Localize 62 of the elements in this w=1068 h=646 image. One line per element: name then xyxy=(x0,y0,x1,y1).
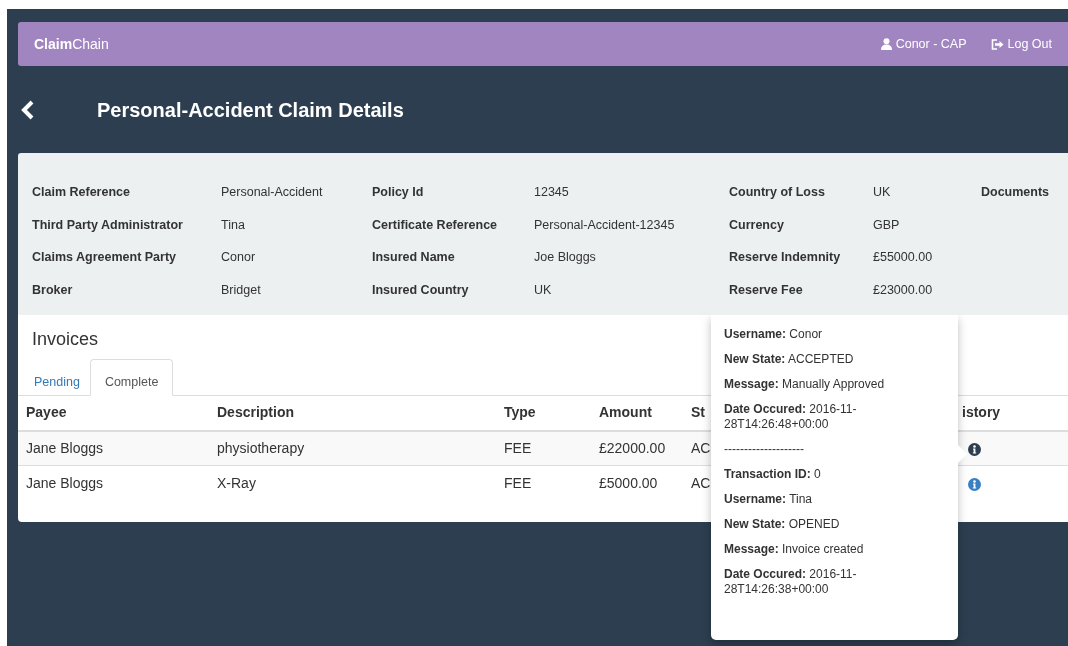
history-entry: Transaction ID: 0 xyxy=(724,467,822,482)
field-label: Third Party Administrator xyxy=(32,216,184,234)
brand-logo[interactable]: ClaimChain xyxy=(18,33,109,55)
back-icon[interactable] xyxy=(21,99,35,120)
history-entry: Date Occured: 2016-11-28T14:26:48+00:00 xyxy=(724,402,858,432)
field-value: Personal-Accident xyxy=(221,184,324,201)
column-header: St xyxy=(691,404,705,421)
logout-icon xyxy=(990,38,1004,50)
column-header: Description xyxy=(217,404,294,421)
field-value: GBP xyxy=(873,216,901,234)
field-value: Tina xyxy=(221,216,246,234)
user-link[interactable]: Conor - CAP xyxy=(880,34,967,54)
table-cell: Jane Bloggs xyxy=(26,439,104,456)
field-label: Certificate Reference xyxy=(372,216,499,234)
table-cell: £5000.00 xyxy=(599,474,658,491)
table-cell: Jane Bloggs xyxy=(26,474,104,491)
column-header: Amount xyxy=(599,404,652,421)
user-icon xyxy=(880,38,892,50)
info-icon[interactable] xyxy=(968,442,981,456)
field-value: Joe Bloggs xyxy=(534,249,597,266)
field-label: Insured Name xyxy=(372,249,456,266)
field-label: Claims Agreement Party xyxy=(32,249,178,266)
page-title: Personal-Accident Claim Details xyxy=(97,97,404,122)
table-cell: £22000.00 xyxy=(599,439,666,456)
table-cell: X-Ray xyxy=(217,474,256,491)
field-value: Personal-Accident-12345 xyxy=(534,216,676,234)
logout-link[interactable]: Log Out xyxy=(990,34,1052,54)
section-title: Invoices xyxy=(32,329,99,351)
field-label: Documents xyxy=(981,184,1051,201)
separator-line: -------------------- xyxy=(724,442,805,457)
field-label: Broker xyxy=(32,281,74,299)
field-label: Policy Id xyxy=(372,184,425,201)
tab[interactable]: Complete xyxy=(89,358,174,396)
table-cell: AC xyxy=(691,474,711,491)
field-value: UK xyxy=(873,184,892,201)
field-value: £55000.00 xyxy=(873,249,934,266)
history-entry: Username: Conor xyxy=(724,327,824,342)
history-entry: Username: Tina xyxy=(724,492,814,507)
history-entry: New State: OPENED xyxy=(724,517,841,532)
table-cell: FEE xyxy=(504,439,532,456)
field-value: UK xyxy=(534,281,553,299)
column-header: Payee xyxy=(26,404,67,421)
table-cell: AC xyxy=(691,439,711,456)
history-entry: Date Occured: 2016-11-28T14:26:38+00:00 xyxy=(724,567,858,597)
table-cell: physiotherapy xyxy=(217,439,305,456)
column-header: Type xyxy=(504,404,536,421)
history-entry: Message: Manually Approved xyxy=(724,377,886,392)
field-value: £23000.00 xyxy=(873,281,934,299)
field-value: Bridget xyxy=(221,281,262,299)
history-entry: Message: Invoice created xyxy=(724,542,865,557)
table-cell: FEE xyxy=(504,474,532,491)
field-value: 12345 xyxy=(534,184,570,201)
field-label: Insured Country xyxy=(372,281,470,299)
history-entry: New State: ACCEPTED xyxy=(724,352,855,367)
tab[interactable]: Pending xyxy=(26,358,88,396)
column-header: istory xyxy=(962,404,1001,421)
field-label: Currency xyxy=(729,216,785,234)
field-label: Country of Loss xyxy=(729,184,826,201)
field-label: Reserve Indemnity xyxy=(729,249,842,266)
field-label: Reserve Fee xyxy=(729,281,804,299)
field-value: Conor xyxy=(221,249,257,266)
field-label: Claim Reference xyxy=(32,184,131,201)
